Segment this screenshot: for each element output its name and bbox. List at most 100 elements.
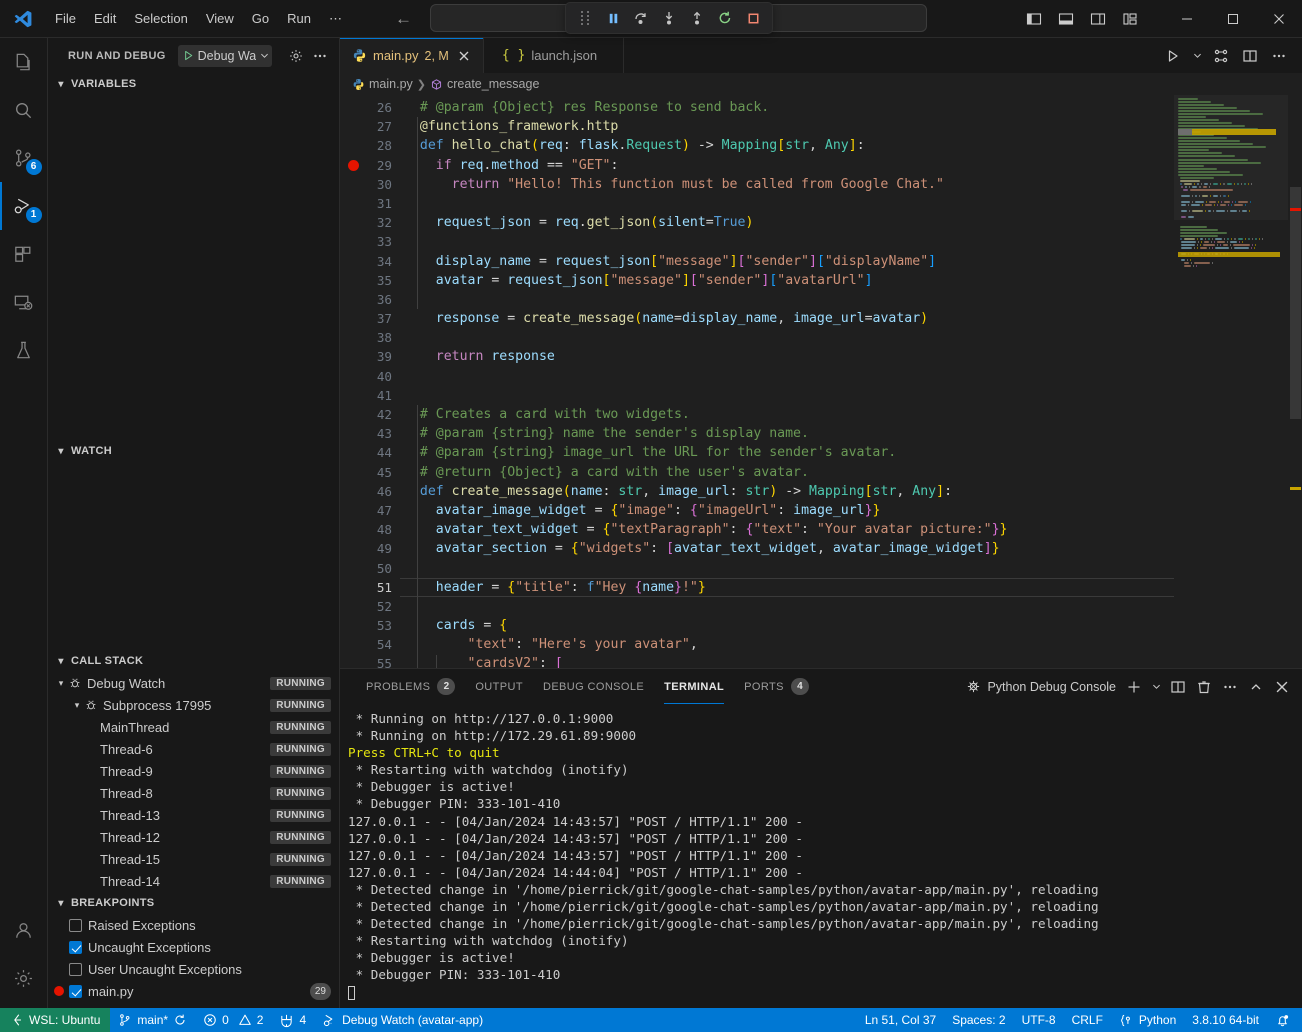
code-line[interactable]: 51 header = {"title": f"Hey {name}!"}	[340, 578, 1302, 597]
menu-file[interactable]: File	[46, 7, 85, 30]
status-notifications[interactable]	[1267, 1008, 1302, 1032]
status-branch[interactable]: main*	[110, 1008, 195, 1032]
panel-tab-terminal[interactable]: TERMINAL	[654, 669, 734, 704]
step-out-icon[interactable]	[684, 5, 710, 31]
activitybar-item-run-and-debug[interactable]: 1	[0, 182, 48, 230]
panel-tab-output[interactable]: OUTPUT	[465, 669, 533, 704]
code-line[interactable]: 46 def create_message(name: str, image_u…	[340, 482, 1302, 501]
code-line[interactable]: 36	[340, 290, 1302, 309]
breakpoint-checkbox[interactable]	[69, 963, 82, 976]
active-terminal-label[interactable]: Python Debug Console	[966, 679, 1116, 694]
breakpoint-row[interactable]: main.py29	[48, 980, 339, 1002]
code-line[interactable]: 30 return "Hello! This function must be …	[340, 175, 1302, 194]
toggle-primary-sidebar-icon[interactable]	[1020, 6, 1048, 32]
kill-terminal-icon[interactable]	[1192, 675, 1216, 699]
call-stack-row[interactable]: MainThreadRUNNING	[48, 716, 339, 738]
code-line[interactable]: 44 # @param {string} image_url the URL f…	[340, 443, 1302, 462]
toggle-panel-icon[interactable]	[1052, 6, 1080, 32]
code-line[interactable]: 35 avatar = request_json["message"]["sen…	[340, 271, 1302, 290]
code-line[interactable]: 40	[340, 367, 1302, 386]
code-line[interactable]: 49 avatar_section = {"widgets": [avatar_…	[340, 539, 1302, 558]
code-lines[interactable]: 26 # @param {Object} res Response to sen…	[340, 95, 1302, 668]
code-line[interactable]: 32 request_json = req.get_json(silent=Tr…	[340, 213, 1302, 232]
chevron-down-icon[interactable]	[1148, 675, 1164, 699]
call-stack-row[interactable]: ▾Subprocess 17995RUNNING	[48, 694, 339, 716]
status-debug-session[interactable]: Debug Watch (avatar-app)	[314, 1008, 491, 1032]
activitybar-item-accounts[interactable]	[0, 906, 48, 954]
status-encoding[interactable]: UTF-8	[1014, 1008, 1064, 1032]
panel-tab-ports[interactable]: PORTS 4	[734, 669, 819, 704]
chevron-down-icon[interactable]	[1189, 43, 1205, 69]
status-eol[interactable]: CRLF	[1064, 1008, 1111, 1032]
code-line[interactable]: 29 if req.method == "GET":	[340, 156, 1302, 175]
open-debug-settings-icon[interactable]	[285, 45, 307, 67]
status-problems[interactable]: 0 2	[195, 1008, 271, 1032]
activitybar-item-extensions[interactable]	[0, 230, 48, 278]
debug-configuration-select[interactable]: Debug Wa	[178, 45, 273, 67]
pause-icon[interactable]	[600, 5, 626, 31]
editor-more-icon[interactable]	[1266, 43, 1292, 69]
maximize-panel-icon[interactable]	[1244, 675, 1268, 699]
status-interpreter[interactable]: 3.8.10 64-bit	[1184, 1008, 1267, 1032]
maximize-button[interactable]	[1210, 0, 1256, 38]
activitybar-item-testing[interactable]	[0, 326, 48, 374]
minimize-button[interactable]	[1164, 0, 1210, 38]
breakpoint-row[interactable]: Uncaught Exceptions	[48, 936, 339, 958]
activitybar-item-explorer[interactable]	[0, 38, 48, 86]
panel-tab-debug-console[interactable]: DEBUG CONSOLE	[533, 669, 654, 704]
breakpoint-glyph-icon[interactable]	[348, 160, 359, 171]
run-python-file-icon[interactable]	[1160, 43, 1186, 69]
step-into-icon[interactable]	[656, 5, 682, 31]
debug-toolbar[interactable]	[565, 2, 773, 34]
status-cursor-position[interactable]: Ln 51, Col 37	[857, 1008, 944, 1032]
call-stack-row[interactable]: Thread-15RUNNING	[48, 848, 339, 870]
code-line[interactable]: 52	[340, 597, 1302, 616]
panel-tab-problems[interactable]: PROBLEMS 2	[356, 669, 465, 704]
code-line[interactable]: 27 @functions_framework.http	[340, 117, 1302, 136]
chevron-down-icon[interactable]	[259, 50, 270, 61]
breakpoint-checkbox[interactable]	[69, 941, 82, 954]
status-language[interactable]: Python	[1111, 1008, 1184, 1032]
menu-go[interactable]: Go	[243, 7, 278, 30]
scrollbar-thumb[interactable]	[1290, 187, 1301, 419]
go-back-icon[interactable]: ←	[395, 10, 412, 27]
call-stack-row[interactable]: Thread-9RUNNING	[48, 760, 339, 782]
call-stack-row[interactable]: ▾Debug WatchRUNNING	[48, 672, 339, 694]
code-line[interactable]: 50	[340, 559, 1302, 578]
code-line[interactable]: 26 # @param {Object} res Response to sen…	[340, 98, 1302, 117]
status-indentation[interactable]: Spaces: 2	[944, 1008, 1013, 1032]
editor-scrollbar[interactable]	[1288, 95, 1302, 668]
code-line[interactable]: 39 return response	[340, 347, 1302, 366]
status-ports[interactable]: 4	[271, 1008, 314, 1032]
menu-more[interactable]: ⋯	[320, 7, 351, 31]
new-terminal-icon[interactable]	[1122, 675, 1146, 699]
section-header-call-stack[interactable]: ▾ CALL STACK	[48, 650, 339, 672]
call-stack-row[interactable]: Thread-13RUNNING	[48, 804, 339, 826]
split-editor-icon[interactable]	[1237, 43, 1263, 69]
close-button[interactable]	[1256, 0, 1302, 38]
breadcrumb-symbol[interactable]: create_message	[447, 77, 539, 91]
code-line[interactable]: 28 def hello_chat(req: flask.Request) ->…	[340, 136, 1302, 155]
restart-icon[interactable]	[712, 5, 738, 31]
code-line[interactable]: 43 # @param {string} name the sender's d…	[340, 424, 1302, 443]
code-line[interactable]: 34 display_name = request_json["message"…	[340, 252, 1302, 271]
drag-handle-icon[interactable]	[572, 5, 598, 31]
code-editor[interactable]: 26 # @param {Object} res Response to sen…	[340, 95, 1302, 668]
menu-selection[interactable]: Selection	[125, 7, 196, 30]
breakpoint-row[interactable]: User Uncaught Exceptions	[48, 958, 339, 980]
close-icon[interactable]	[455, 47, 473, 65]
activitybar-item-search[interactable]	[0, 86, 48, 134]
code-line[interactable]: 38	[340, 328, 1302, 347]
tab-launch-json[interactable]: { } launch.json	[484, 38, 624, 73]
call-stack-row[interactable]: Thread-14RUNNING	[48, 870, 339, 892]
step-over-icon[interactable]	[628, 5, 654, 31]
sidebar-more-icon[interactable]	[309, 45, 331, 67]
customize-layout-icon[interactable]	[1116, 6, 1144, 32]
menu-view[interactable]: View	[197, 7, 243, 30]
code-line[interactable]: 31	[340, 194, 1302, 213]
start-debugging-icon[interactable]	[182, 49, 195, 62]
activitybar-item-source-control[interactable]: 6	[0, 134, 48, 182]
activitybar-item-remote-explorer[interactable]	[0, 278, 48, 326]
breakpoint-checkbox[interactable]	[69, 985, 82, 998]
toggle-secondary-sidebar-icon[interactable]	[1084, 6, 1112, 32]
